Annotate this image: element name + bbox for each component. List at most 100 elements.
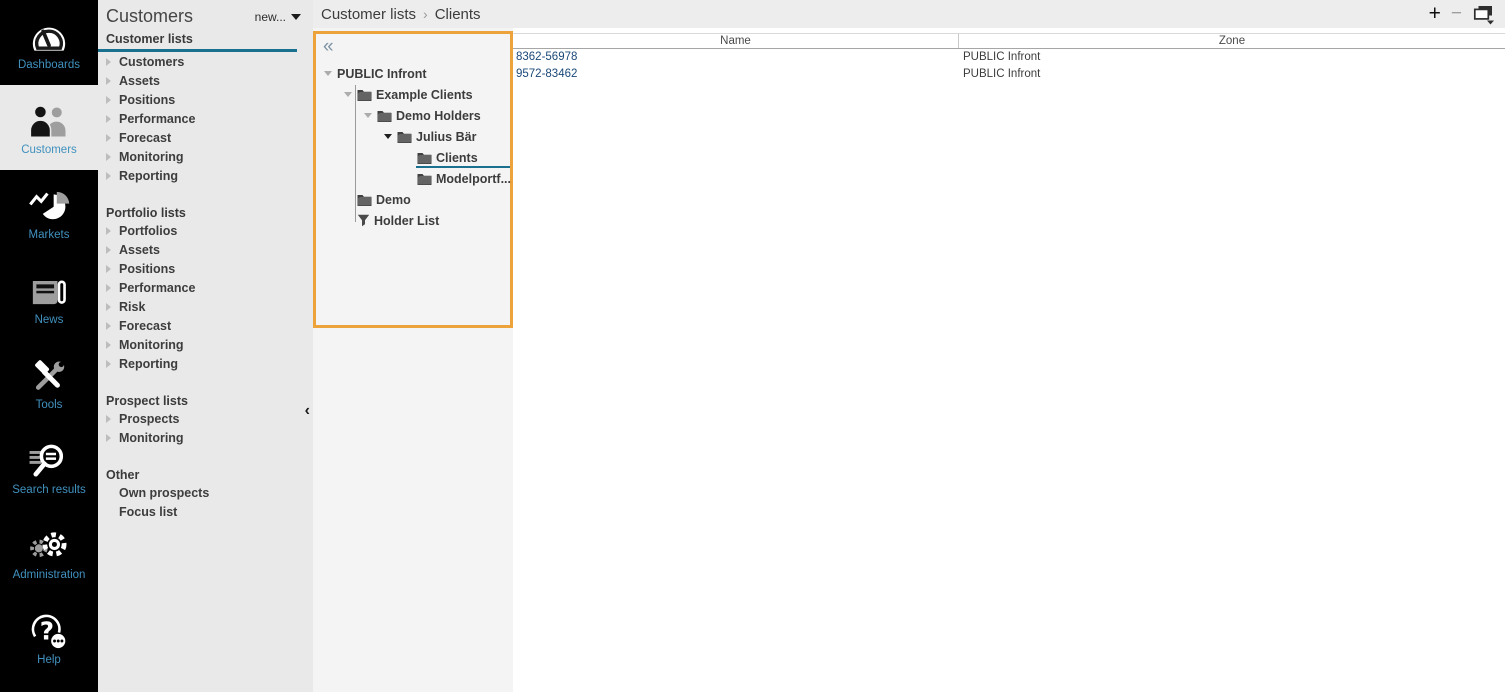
new-menu-label: new... [255, 10, 286, 24]
add-window-button[interactable]: + [1429, 4, 1441, 24]
expand-arrow-icon [106, 265, 119, 273]
sidebar-item-label: Monitoring [119, 150, 184, 164]
expand-arrow-icon [106, 434, 119, 442]
tree-node-label: PUBLIC Infront [337, 67, 427, 81]
cell-zone: PUBLIC Infront [958, 66, 1505, 83]
folder-icon [417, 152, 432, 164]
sidebar-item-label: Focus list [119, 505, 177, 519]
expander-triangle-icon[interactable] [344, 92, 357, 97]
tree-node-demo-holders[interactable]: Demo Holders [316, 105, 510, 126]
expander-triangle-icon[interactable] [324, 71, 337, 76]
section-heading: Portfolio lists [106, 205, 313, 221]
folder-icon [357, 89, 372, 101]
sidebar-item-forecast[interactable]: Forecast [106, 128, 313, 147]
app-nav-rail: Dashboards Customers Markets News Tools [0, 0, 98, 692]
nav-item-news[interactable]: News [0, 255, 98, 340]
sidebar-item-monitoring[interactable]: Monitoring [106, 335, 313, 354]
newspaper-icon [29, 270, 69, 312]
sidebar-item-positions[interactable]: Positions [106, 90, 313, 109]
sidebar-item-label: Prospects [119, 412, 179, 426]
expand-arrow-icon [106, 227, 119, 235]
sidebar-collapse-handle[interactable]: ‹ [303, 402, 312, 420]
expand-arrow-icon [106, 284, 119, 292]
sidebar-item-label: Customers [119, 55, 184, 69]
sidebar-header: Customers new... [98, 0, 313, 29]
cell-name[interactable]: 9572-83462 [513, 66, 958, 83]
tree-node-modelportf[interactable]: Modelportf... [316, 168, 510, 189]
nav-item-label: Administration [13, 569, 86, 581]
sidebar-item-performance[interactable]: Performance [106, 278, 313, 297]
tree-node-julius-b-r[interactable]: Julius Bär [316, 126, 510, 147]
sidebar-item-assets[interactable]: Assets [106, 240, 313, 259]
pie-chart-icon [28, 185, 70, 227]
nav-item-administration[interactable]: Administration [0, 510, 98, 595]
cell-name[interactable]: 8362-56978 [513, 49, 958, 66]
breadcrumb-segment-customer-lists[interactable]: Customer lists [321, 6, 416, 23]
sidebar-item-risk[interactable]: Risk [106, 297, 313, 316]
table-row[interactable]: 9572-83462PUBLIC Infront [513, 66, 1505, 83]
sidebar-item-reporting[interactable]: Reporting [106, 354, 313, 373]
nav-item-help[interactable]: ? Help [0, 595, 98, 680]
sidebar-item-own-prospects[interactable]: Own prospects [106, 483, 313, 502]
stacked-windows-icon[interactable] [1472, 4, 1495, 25]
sidebar-item-assets[interactable]: Assets [106, 71, 313, 90]
expand-arrow-icon [106, 341, 119, 349]
sidebar-item-label: Forecast [119, 131, 171, 145]
nav-item-tools[interactable]: Tools [0, 340, 98, 425]
tree-node-holder-list[interactable]: Holder List [316, 210, 510, 231]
nav-item-markets[interactable]: Markets [0, 170, 98, 255]
sidebar-item-monitoring[interactable]: Monitoring [106, 428, 313, 447]
expander-triangle-icon[interactable] [384, 134, 397, 139]
nav-item-search-results[interactable]: Search results [0, 425, 98, 510]
tree-node-label: Demo [376, 193, 411, 207]
sidebar-item-reporting[interactable]: Reporting [106, 166, 313, 185]
window-actions: + − [1429, 4, 1505, 25]
sidebar-section-other: OtherOwn prospects Focus list [106, 467, 313, 521]
minimize-button[interactable]: − [1451, 4, 1462, 24]
sidebar-item-performance[interactable]: Performance [106, 109, 313, 128]
sidebar-item-customers[interactable]: Customers [106, 52, 313, 71]
sidebar-section-customer-lists: Customer listsCustomersAssetsPositionsPe… [106, 31, 313, 185]
expander-triangle-icon[interactable] [364, 113, 377, 118]
nav-item-label: Markets [29, 229, 70, 241]
new-menu-button[interactable]: new... [255, 10, 301, 24]
sidebar-item-positions[interactable]: Positions [106, 259, 313, 278]
sidebar-item-portfolios[interactable]: Portfolios [106, 221, 313, 240]
nav-item-label: Dashboards [18, 59, 80, 71]
sidebar-item-label: Reporting [119, 357, 178, 371]
breadcrumb-bar: Customer lists › Clients + − [313, 0, 1505, 28]
expand-arrow-icon [106, 322, 119, 330]
sidebar-item-monitoring[interactable]: Monitoring [106, 147, 313, 166]
sidebar-item-prospects[interactable]: Prospects [106, 409, 313, 428]
tools-icon [29, 355, 69, 397]
table-row[interactable]: 8362-56978PUBLIC Infront [513, 49, 1505, 66]
sidebar-item-label: Positions [119, 262, 175, 276]
expand-arrow-icon [106, 58, 119, 66]
nav-item-label: Help [37, 654, 61, 666]
sidebar-item-forecast[interactable]: Forecast [106, 316, 313, 335]
tree-node-clients[interactable]: Clients [316, 147, 510, 168]
section-heading: Other [106, 467, 313, 483]
sidebar-item-label: Assets [119, 243, 160, 257]
table-header: Name Zone [513, 33, 1505, 49]
gauge-icon [29, 15, 69, 57]
column-header-name[interactable]: Name [513, 34, 958, 48]
folder-tree: PUBLIC Infront Example Clients Demo Hold… [316, 63, 510, 231]
nav-item-customers[interactable]: Customers [0, 85, 98, 170]
expand-arrow-icon [106, 415, 119, 423]
breadcrumb-separator-icon: › [416, 6, 435, 22]
tree-node-example-clients[interactable]: Example Clients [316, 84, 510, 105]
sidebar-item-focus-list[interactable]: Focus list [106, 502, 313, 521]
breadcrumb-segment-clients[interactable]: Clients [435, 6, 481, 23]
tree-node-demo[interactable]: Demo [316, 189, 510, 210]
table-body: 8362-56978PUBLIC Infront9572-83462PUBLIC… [513, 49, 1505, 83]
sidebar-item-label: Portfolios [119, 224, 177, 238]
collapse-panel-icon[interactable]: « [323, 36, 334, 58]
nav-item-dashboards[interactable]: Dashboards [0, 0, 98, 85]
tree-node-label: Clients [436, 151, 478, 165]
folder-icon [397, 131, 412, 143]
column-header-zone[interactable]: Zone [958, 34, 1505, 48]
expand-arrow-icon [106, 115, 119, 123]
folder-icon [357, 194, 372, 206]
tree-node-public-infront[interactable]: PUBLIC Infront [316, 63, 510, 84]
